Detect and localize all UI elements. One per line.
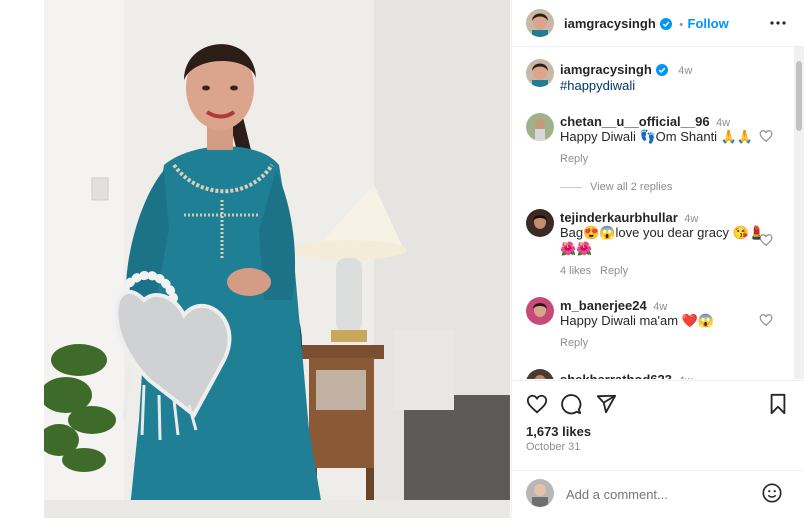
comment-icon[interactable] <box>560 393 582 420</box>
comment-text: Happy Diwali ma'am ❤️😱 <box>560 313 715 328</box>
comments-scrollbar[interactable] <box>794 47 804 379</box>
comment-text-continued: 🌺🌺 <box>560 241 593 256</box>
comment-username[interactable]: tejinderkaurbhullar <box>560 210 678 225</box>
paper-plane-icon[interactable] <box>595 393 617 420</box>
comment-avatar[interactable] <box>526 369 554 379</box>
comment-time[interactable]: 4w <box>678 375 692 379</box>
scrollbar-thumb[interactable] <box>796 61 802 131</box>
verified-badge-icon <box>659 17 672 35</box>
post-photo-illustration <box>44 0 510 518</box>
caption-username[interactable]: iamgracysingh <box>560 62 652 77</box>
replies-divider <box>560 187 582 188</box>
comment-like-heart-icon[interactable] <box>759 129 773 148</box>
comment-text: Bag😍😱love you dear gracy 😘💄 <box>560 225 765 240</box>
smiley-icon[interactable] <box>761 482 783 509</box>
comment-input[interactable] <box>564 483 748 505</box>
post-details-panel: iamgracysingh • Follow iamgracysingh 4w … <box>511 0 804 518</box>
comment-username[interactable]: chetan__u__official__96 <box>560 114 710 129</box>
post-header: iamgracysingh • Follow <box>512 0 804 47</box>
follow-button[interactable]: Follow <box>688 16 729 31</box>
reply-button[interactable]: Reply <box>600 265 628 277</box>
comment-like-heart-icon[interactable] <box>759 313 773 332</box>
comment-avatar[interactable] <box>526 297 554 325</box>
comment-time[interactable]: 4w <box>684 213 698 225</box>
more-horizontal-icon[interactable] <box>769 14 787 37</box>
post-date: October 31 <box>526 441 581 453</box>
comment-avatar[interactable] <box>526 113 554 141</box>
verified-badge-icon <box>655 63 668 81</box>
current-user-avatar[interactable] <box>526 479 554 507</box>
reply-button[interactable]: Reply <box>560 153 588 165</box>
caption-avatar[interactable] <box>526 59 554 87</box>
comment-username[interactable]: m_banerjee24 <box>560 298 647 313</box>
dot-separator: • <box>679 19 684 31</box>
heart-icon[interactable] <box>526 393 548 420</box>
comments-list[interactable]: iamgracysingh 4w #happydiwali chetan__u_… <box>512 47 804 379</box>
post-actions: 1,673 likes October 31 <box>512 380 804 471</box>
comment-text: Happy Diwali 👣Om Shanti 🙏🙏 <box>560 129 754 144</box>
author-avatar[interactable] <box>526 9 554 37</box>
view-replies-button[interactable]: View all 2 replies <box>590 181 672 193</box>
comment-avatar[interactable] <box>526 209 554 237</box>
comment-like-heart-icon[interactable] <box>759 233 773 252</box>
comment-likes-count[interactable]: 4 likes <box>560 265 591 277</box>
comment-username[interactable]: shekharrathod623 <box>560 372 672 379</box>
comment-time[interactable]: 4w <box>716 117 730 129</box>
post-image[interactable] <box>44 0 510 518</box>
reply-button[interactable]: Reply <box>560 337 588 349</box>
bottom-strip <box>0 518 807 526</box>
comment-time[interactable]: 4w <box>653 301 667 313</box>
comment-composer <box>512 470 804 519</box>
caption-hashtag[interactable]: #happydiwali <box>560 78 635 93</box>
bookmark-icon[interactable] <box>767 393 789 420</box>
caption-time[interactable]: 4w <box>678 65 692 77</box>
likes-count[interactable]: 1,673 likes <box>526 424 591 439</box>
author-username[interactable]: iamgracysingh <box>564 16 656 31</box>
